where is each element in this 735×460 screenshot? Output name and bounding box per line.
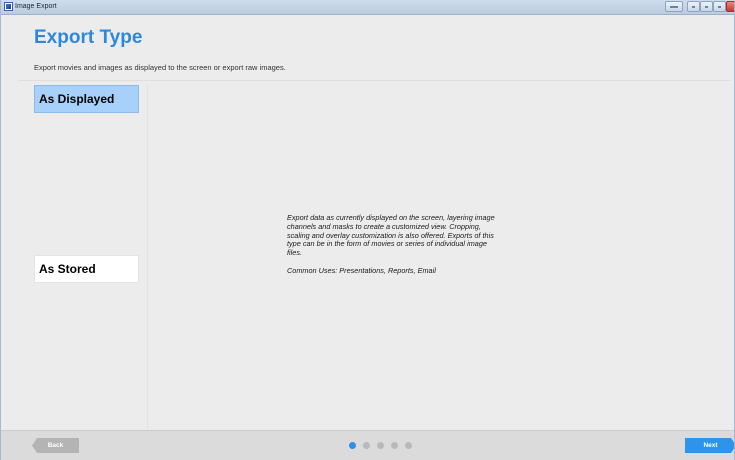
- step-dot-4: [391, 442, 398, 449]
- step-dot-5: [405, 442, 412, 449]
- step-dot-3: [377, 442, 384, 449]
- help-icon[interactable]: [713, 1, 726, 12]
- back-button[interactable]: Back: [32, 438, 79, 453]
- next-button[interactable]: Next: [685, 438, 735, 453]
- minimize-icon[interactable]: [687, 1, 700, 12]
- image-export-window: Image Export Export Type Export movies a…: [0, 0, 735, 460]
- step-dot-2: [363, 442, 370, 449]
- title-bar[interactable]: Image Export: [1, 0, 734, 15]
- close-icon[interactable]: [726, 1, 734, 12]
- export-type-list: As Displayed As Stored: [17, 84, 147, 430]
- description-line: files.: [287, 248, 303, 258]
- page-title: Export Type: [34, 27, 143, 48]
- option-as-displayed[interactable]: As Displayed: [34, 85, 139, 113]
- step-indicator: [349, 442, 415, 450]
- option-as-stored[interactable]: As Stored: [34, 255, 139, 283]
- window-title: Image Export: [15, 3, 57, 10]
- option-description: Export data as currently displayed on th…: [287, 213, 572, 276]
- list-divider: [147, 84, 148, 430]
- step-dot-1: [349, 442, 356, 449]
- app-icon: [4, 2, 13, 11]
- restore-icon[interactable]: [665, 1, 683, 12]
- description-line: type can be in the form of movies or ser…: [287, 239, 487, 249]
- page-subtitle: Export movies and images as displayed to…: [34, 63, 286, 72]
- common-uses-text: Common Uses: Presentations, Reports, Ema…: [287, 265, 436, 275]
- header-divider: [19, 80, 731, 81]
- wizard-footer: Back Next: [1, 430, 735, 460]
- maximize-icon[interactable]: [700, 1, 713, 12]
